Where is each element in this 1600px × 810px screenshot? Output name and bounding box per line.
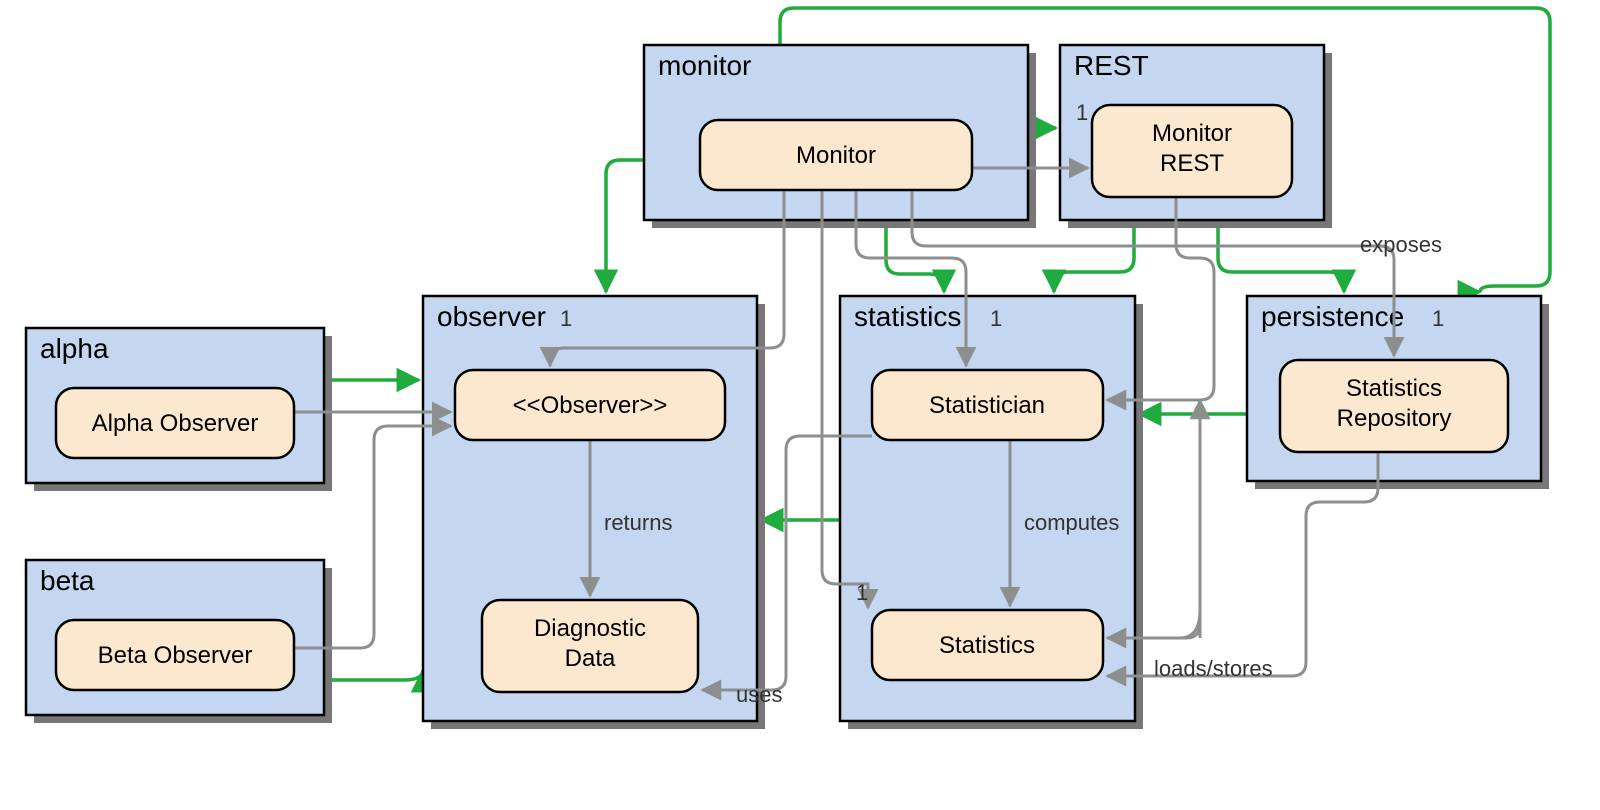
svg-text:Beta Observer: Beta Observer: [98, 642, 253, 669]
architecture-diagram: alpha beta observer 1 monitor REST 1 sta…: [0, 0, 1600, 810]
svg-text:<<Observer>>: <<Observer>>: [513, 392, 668, 419]
package-rest-mult: 1: [1076, 100, 1088, 125]
svg-text:Data: Data: [565, 645, 616, 672]
package-persistence-title: persistence: [1261, 301, 1404, 332]
package-observer-mult: 1: [560, 306, 572, 331]
dep-monitor-to-observer: [606, 160, 644, 292]
package-statistics-mult: 1: [990, 306, 1002, 331]
class-statistician: Statistician: [872, 370, 1103, 440]
package-persistence-mult: 1: [1432, 306, 1444, 331]
svg-text:REST: REST: [1160, 150, 1224, 177]
svg-text:Statistics: Statistics: [1346, 375, 1442, 402]
class-monitor: Monitor: [700, 120, 972, 190]
class-observer-interface: <<Observer>>: [455, 370, 725, 440]
svg-text:Alpha Observer: Alpha Observer: [92, 410, 259, 437]
label-computes: computes: [1024, 510, 1119, 535]
svg-text:Monitor: Monitor: [796, 142, 876, 169]
dep-monitor-to-statistics: [886, 220, 944, 292]
package-alpha-title: alpha: [40, 333, 109, 364]
label-uses: uses: [736, 682, 782, 707]
class-statistics-repository: Statistics Repository: [1280, 360, 1508, 452]
svg-text:Repository: Repository: [1337, 405, 1452, 432]
class-beta-observer: Beta Observer: [56, 620, 294, 690]
class-monitor-rest: Monitor REST: [1092, 105, 1292, 197]
package-beta-title: beta: [40, 565, 95, 596]
svg-text:Monitor: Monitor: [1152, 120, 1232, 147]
dep-rest-to-statistics: [1054, 220, 1134, 292]
package-rest-title: REST: [1074, 50, 1149, 81]
package-observer-title: observer: [437, 301, 546, 332]
svg-text:Statistician: Statistician: [929, 392, 1045, 419]
label-loads-stores: loads/stores: [1154, 656, 1273, 681]
svg-text:Diagnostic: Diagnostic: [534, 615, 646, 642]
dep-beta-to-observer: [324, 670, 423, 680]
class-statistics: Statistics: [872, 610, 1103, 680]
package-statistics-title: statistics: [854, 301, 961, 332]
dep-rest-to-persistence: [1218, 220, 1344, 292]
class-diagnostic-data: Diagnostic Data: [482, 600, 698, 692]
label-exposes: exposes: [1360, 232, 1442, 257]
svg-text:Statistics: Statistics: [939, 632, 1035, 659]
label-returns: returns: [604, 510, 672, 535]
package-monitor-title: monitor: [658, 50, 751, 81]
class-alpha-observer: Alpha Observer: [56, 388, 294, 458]
statistics-class-mult: 1: [856, 580, 868, 605]
